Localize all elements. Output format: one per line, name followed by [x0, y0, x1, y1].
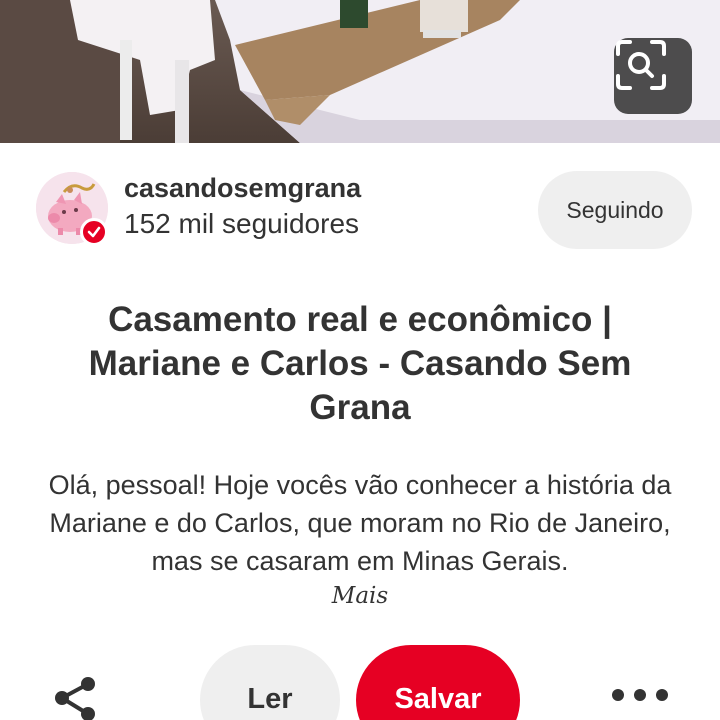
share-button[interactable] — [52, 670, 100, 720]
visual-search-icon — [616, 40, 666, 90]
profile-username[interactable]: casandosemgrana — [124, 173, 361, 204]
verified-check-icon — [80, 218, 108, 246]
save-button[interactable]: Salvar — [356, 645, 520, 720]
more-link[interactable]: Mais — [300, 583, 420, 609]
share-icon — [55, 677, 95, 720]
pin-title: Casamento real e econômico | Mariane e C… — [88, 300, 632, 427]
dot — [656, 689, 668, 701]
dot — [634, 689, 646, 701]
visual-search-button[interactable] — [614, 38, 692, 114]
follower-count: 152 mil seguidores — [124, 208, 360, 239]
photo-scene — [0, 0, 720, 143]
read-button[interactable]: Ler — [200, 645, 340, 720]
pin-image[interactable] — [0, 0, 720, 143]
following-button[interactable]: Seguindo — [538, 171, 692, 249]
more-options-icon[interactable] — [612, 680, 668, 710]
dot — [612, 689, 624, 701]
pin-description: Olá, pessoal! Hoje vocês vão conhecer a … — [48, 470, 672, 576]
